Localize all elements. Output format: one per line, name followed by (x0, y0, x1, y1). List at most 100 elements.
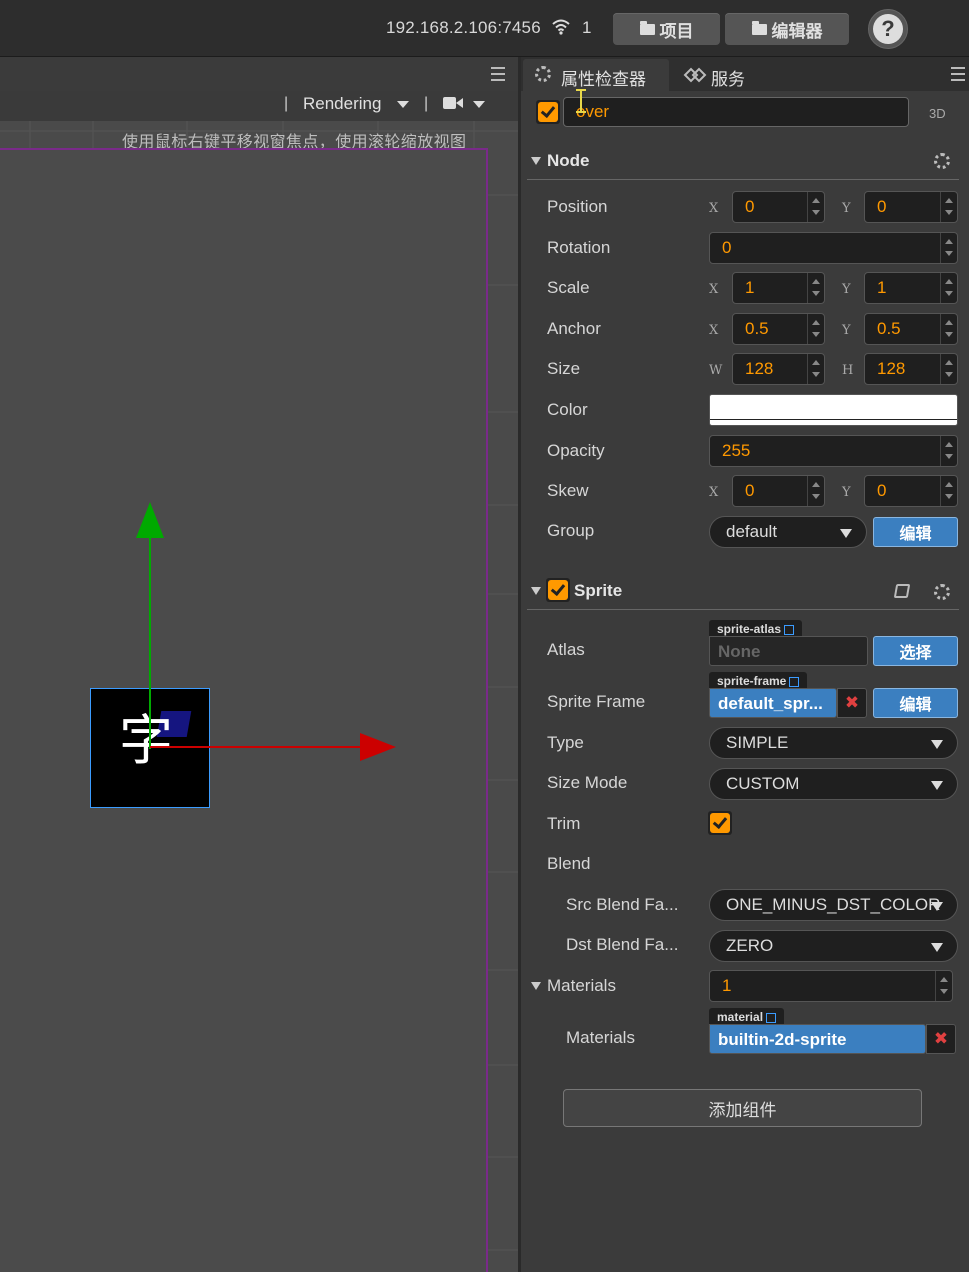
position-label: Position (547, 197, 608, 216)
chevron-down-icon (840, 529, 852, 538)
anchor-x-value: 0.5 (745, 319, 769, 338)
gear-icon[interactable] (934, 153, 950, 169)
remove-material-icon[interactable]: ✖ (926, 1024, 956, 1054)
materials-count-value: 1 (722, 976, 732, 995)
sprite-enabled-checkbox[interactable] (546, 578, 570, 602)
node-name-field[interactable]: over (563, 97, 909, 127)
skew-x-input[interactable]: 0 (732, 475, 825, 507)
sprite-frame-label: Sprite Frame (547, 692, 646, 711)
materials-count-input[interactable]: 1 (709, 970, 953, 1002)
inspector-menu-icon[interactable] (951, 67, 965, 81)
size-h-input[interactable]: 128 (864, 353, 958, 385)
editor-button[interactable]: 编辑器 (725, 13, 849, 45)
atlas-select-button[interactable]: 选择 (873, 636, 958, 666)
scene-canvas[interactable] (0, 150, 487, 1272)
add-component-button[interactable]: 添加组件 (563, 1089, 922, 1127)
camera-icon[interactable] (443, 96, 463, 110)
tab-inspector-label[interactable]: 属性检查器 (561, 65, 646, 90)
anchor-y-input[interactable]: 0.5 (864, 313, 958, 345)
y-axis-handle[interactable] (149, 537, 151, 749)
scale-x-input[interactable]: 1 (732, 272, 825, 304)
stepper[interactable] (940, 192, 957, 222)
help-button[interactable]: ? (868, 9, 908, 49)
scale-y-input[interactable]: 1 (864, 272, 958, 304)
project-button[interactable]: 项目 (613, 13, 720, 45)
y-arrow-icon[interactable] (135, 500, 165, 540)
opacity-input[interactable]: 255 (709, 435, 958, 467)
external-link-icon[interactable] (766, 1012, 777, 1023)
stepper[interactable] (940, 314, 957, 344)
type-select[interactable]: SIMPLE (709, 727, 958, 759)
stepper[interactable] (940, 476, 957, 506)
position-y-value: 0 (877, 197, 887, 216)
position-y-input[interactable]: 0 (864, 191, 958, 223)
node-section-header[interactable]: Node (527, 143, 959, 180)
material-field[interactable]: builtin-2d-sprite (709, 1024, 926, 1054)
x-axis-handle[interactable] (150, 746, 362, 748)
toolbar-separator: | (424, 95, 429, 112)
scale-label: Scale (547, 278, 590, 297)
size-w-input[interactable]: 128 (732, 353, 825, 385)
stepper[interactable] (935, 971, 952, 1001)
anchor-x-input[interactable]: 0.5 (732, 313, 825, 345)
chevron-down-icon[interactable] (473, 101, 485, 108)
top-bar: 192.168.2.106:7456 1 项目 编辑器 ? (0, 0, 969, 57)
stepper[interactable] (807, 314, 824, 344)
stepper[interactable] (940, 354, 957, 384)
src-blend-select[interactable]: ONE_MINUS_DST_COLOR (709, 889, 958, 921)
toggle-3d[interactable]: 3D (929, 106, 946, 121)
axis-label: X (709, 485, 719, 500)
stepper[interactable] (807, 273, 824, 303)
trim-checkbox[interactable] (708, 811, 732, 835)
axis-label: Y (842, 282, 851, 297)
canvas-border (0, 148, 488, 150)
src-blend-value: ONE_MINUS_DST_COLOR (726, 895, 941, 914)
check-icon (710, 813, 730, 833)
skew-y-input[interactable]: 0 (864, 475, 958, 507)
axis-label: X (709, 282, 719, 297)
dst-blend-label: Dst Blend Fa... (566, 935, 679, 954)
service-icon[interactable] (683, 67, 707, 83)
trim-label: Trim (547, 814, 581, 833)
gear-icon[interactable] (934, 584, 950, 600)
position-x-input[interactable]: 0 (732, 191, 825, 223)
chevron-down-icon[interactable] (397, 101, 409, 108)
help-doc-icon[interactable] (893, 584, 911, 598)
stepper[interactable] (940, 233, 957, 263)
x-arrow-icon[interactable] (358, 732, 398, 762)
scene-menu-icon[interactable] (491, 67, 505, 81)
opacity-value: 255 (722, 441, 751, 460)
group-edit-button[interactable]: 编辑 (873, 517, 958, 547)
check-icon (548, 580, 568, 600)
stepper[interactable] (807, 354, 824, 384)
remove-sprite-frame-icon[interactable]: ✖ (837, 688, 867, 718)
help-icon: ? (873, 14, 903, 44)
skew-x-value: 0 (745, 481, 755, 500)
tab-service-label[interactable]: 服务 (711, 65, 745, 90)
chevron-down-icon (931, 902, 943, 911)
external-link-icon[interactable] (784, 624, 795, 635)
server-address: 192.168.2.106:7456 (386, 18, 541, 37)
stepper[interactable] (807, 476, 824, 506)
group-value: default (726, 522, 778, 541)
skew-label: Skew (547, 481, 589, 500)
dst-blend-select[interactable]: ZERO (709, 930, 958, 962)
node-active-checkbox[interactable] (536, 100, 560, 124)
sprite-frame-edit-button[interactable]: 编辑 (873, 688, 958, 718)
atlas-field[interactable]: None (709, 636, 868, 666)
wifi-icon (552, 19, 570, 35)
stepper[interactable] (807, 192, 824, 222)
sprite-frame-field[interactable]: default_spr... (709, 688, 837, 718)
size-mode-select[interactable]: CUSTOM (709, 768, 958, 800)
caret-down-icon[interactable] (531, 982, 541, 990)
atlas-label: Atlas (547, 640, 585, 659)
external-link-icon[interactable] (789, 676, 800, 687)
stepper[interactable] (940, 273, 957, 303)
axis-label: Y (842, 201, 851, 216)
rendering-dropdown[interactable]: Rendering (303, 94, 381, 114)
rotation-input[interactable]: 0 (709, 232, 958, 264)
color-picker[interactable] (709, 394, 958, 426)
group-select[interactable]: default (709, 516, 867, 548)
scene-toolbar (0, 91, 518, 121)
stepper[interactable] (940, 436, 957, 466)
